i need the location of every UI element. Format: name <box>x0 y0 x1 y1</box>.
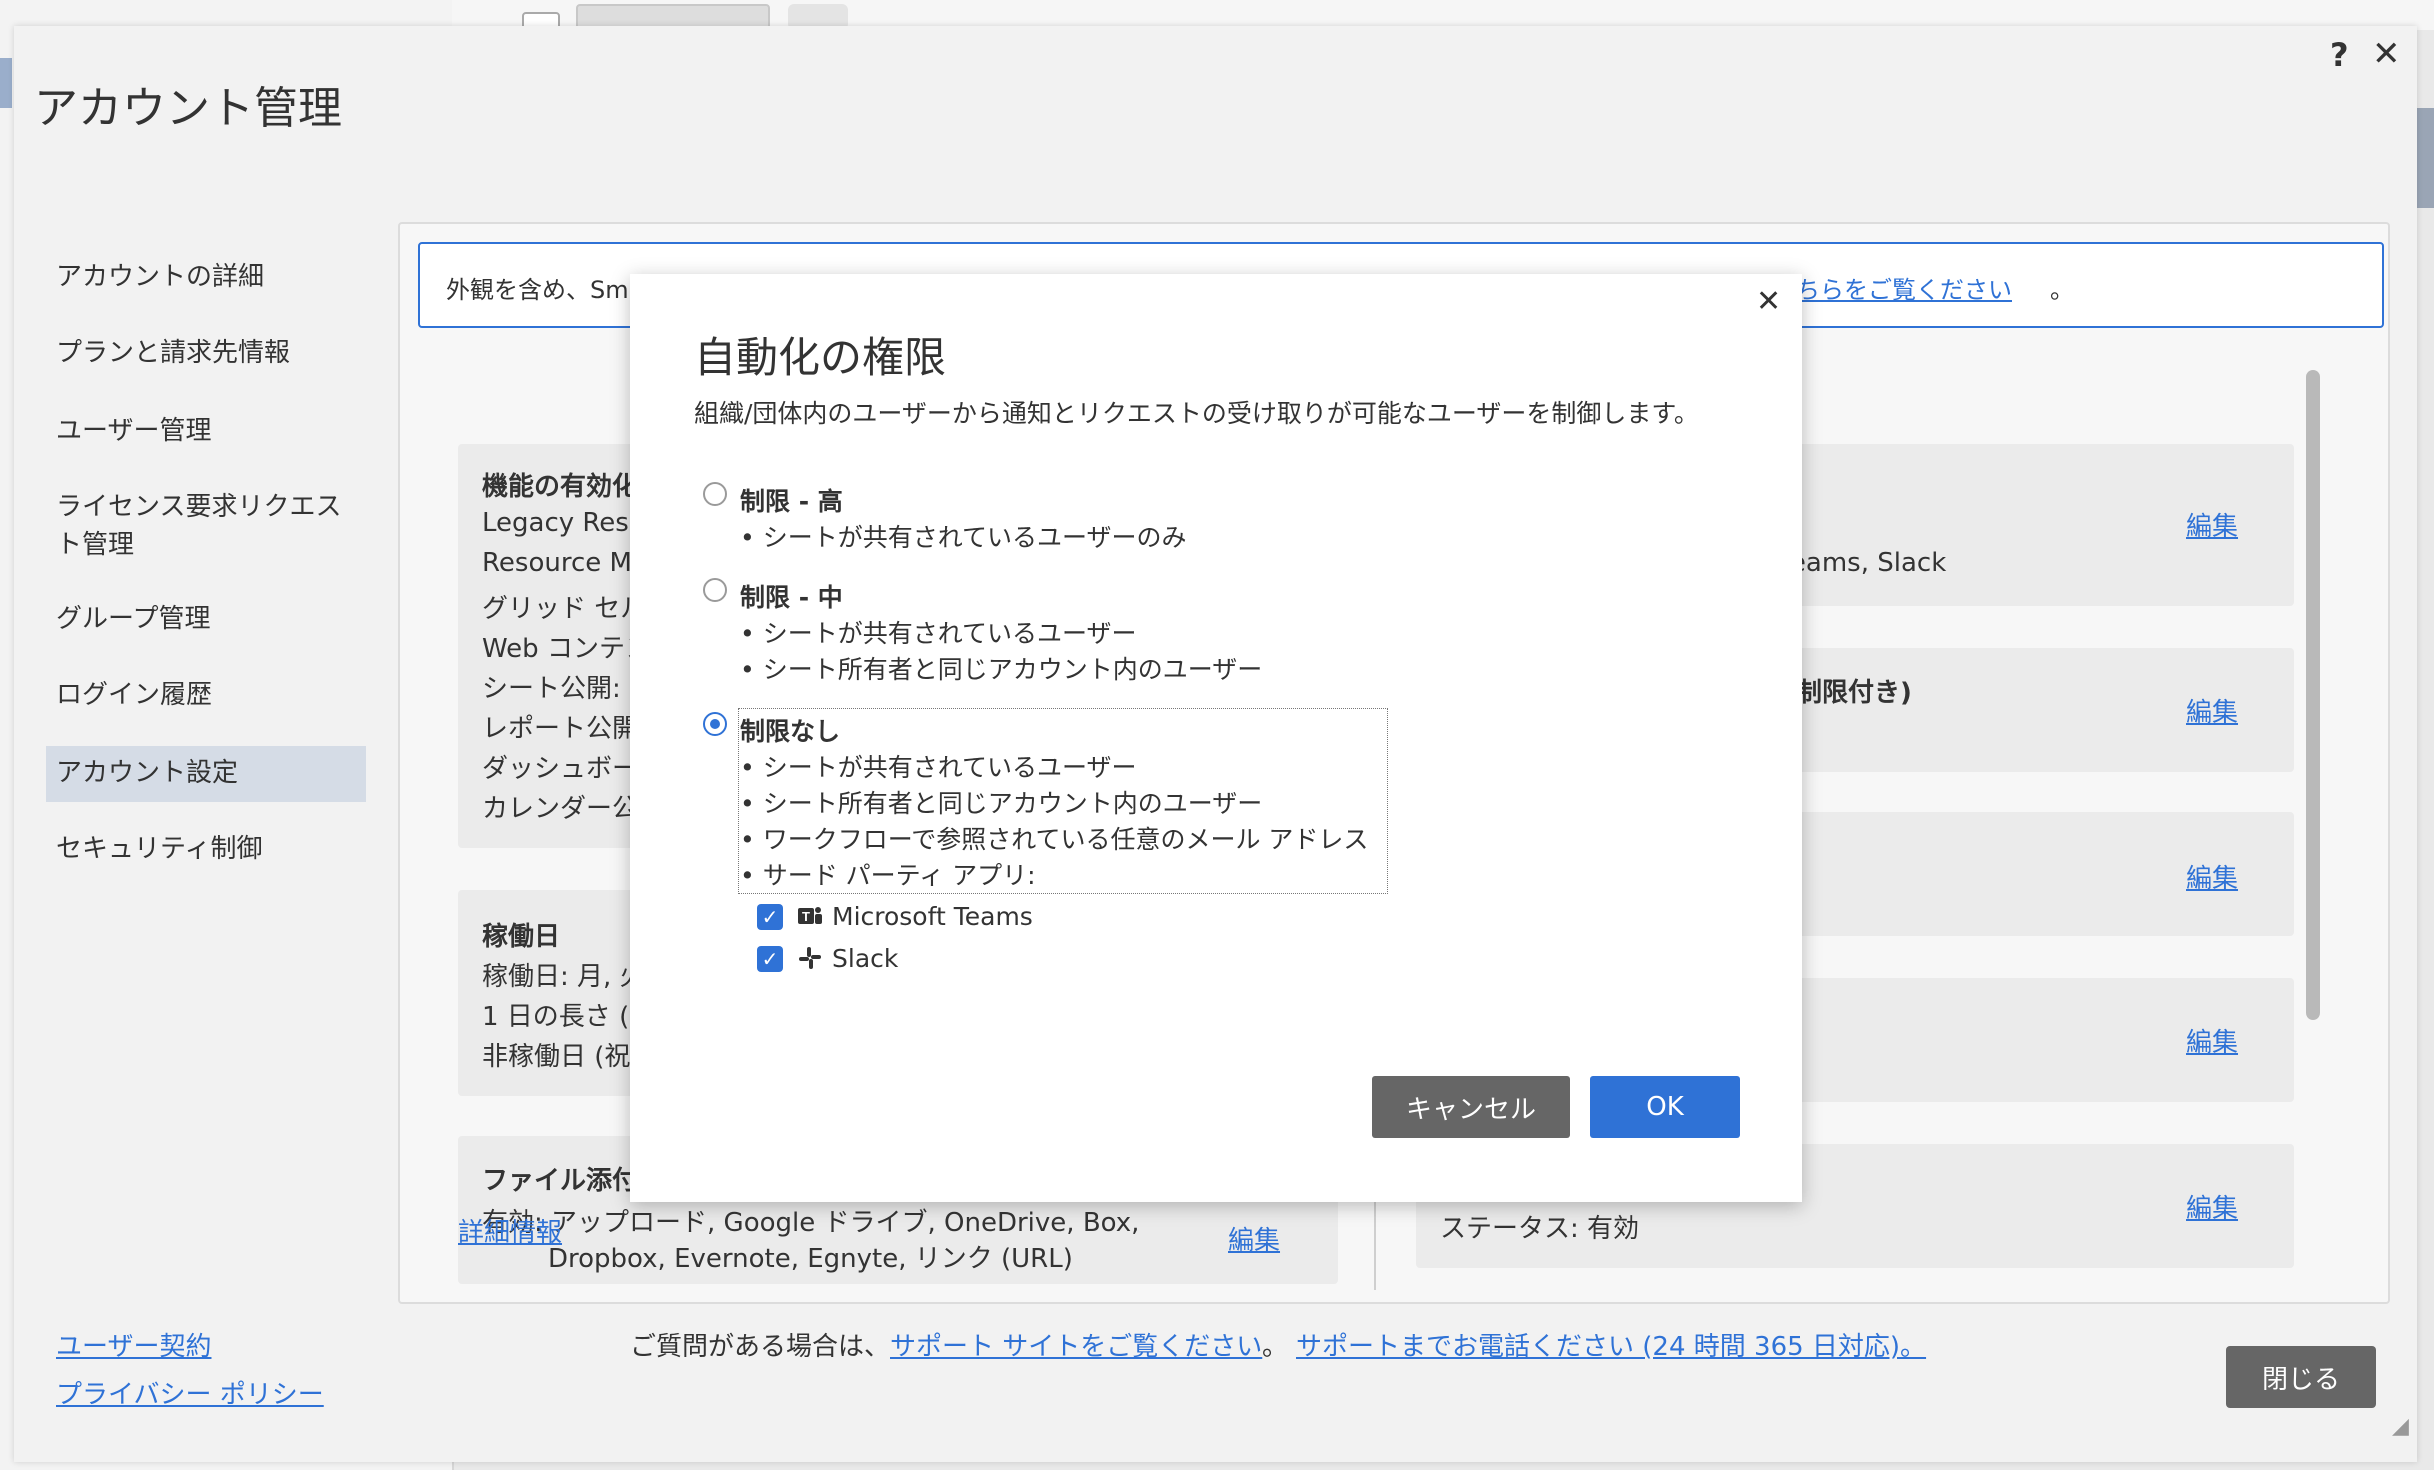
privacy-policy-link[interactable]: プライバシー ポリシー <box>56 1374 324 1411</box>
checkbox-microsoft-teams[interactable]: ✓ <box>757 904 783 930</box>
radio-restriction-medium[interactable] <box>703 578 727 602</box>
info-banner-link[interactable]: ちらをご覧ください <box>1796 270 2012 305</box>
support-site-link[interactable]: サポート サイトをご覧ください <box>890 1326 1262 1363</box>
microsoft-teams-icon: T <box>796 902 824 930</box>
content-scrollbar[interactable] <box>2306 370 2320 1020</box>
edit-link[interactable]: 編集 <box>1228 1220 1280 1257</box>
card-line: 稼働日: 月, 火 <box>482 962 646 992</box>
card-line: Dropbox, Evernote, Egnyte, リンク (URL) <box>548 1244 1073 1274</box>
app-label: Slack <box>832 944 899 973</box>
dialog-title: 自動化の権限 <box>694 333 947 382</box>
info-banner-text-end: 。 <box>2050 276 2074 304</box>
card-line: Web コンテン <box>482 634 651 664</box>
option-bullet: • シートが共有されているユーザー <box>740 619 1137 648</box>
sidebar-item-user-management[interactable]: ユーザー管理 <box>56 412 211 450</box>
svg-text:T: T <box>802 909 810 924</box>
background-scrollbar <box>2416 108 2434 208</box>
sidebar-item-login-history[interactable]: ログイン履歴 <box>56 676 212 714</box>
dialog-description: 組織/団体内のユーザーから通知とリクエストの受け取りが可能なユーザーを制御します… <box>694 399 1699 428</box>
option-label: 制限 - 中 <box>740 583 843 612</box>
app-label: Microsoft Teams <box>832 902 1033 931</box>
edit-link[interactable]: 編集 <box>2186 1188 2238 1225</box>
card-line: ダッシュボー <box>482 754 639 784</box>
ok-button[interactable]: OK <box>1590 1076 1740 1138</box>
help-icon[interactable]: ? <box>2330 36 2349 74</box>
slack-icon <box>796 944 824 972</box>
card-title: 制限付き) <box>1796 678 1912 708</box>
option-bullet: • サード パーティ アプリ: <box>740 861 1036 890</box>
sidebar-item-account-details[interactable]: アカウントの詳細 <box>56 258 264 296</box>
resize-handle-icon[interactable]: ◢ <box>2392 1414 2409 1439</box>
option-bullet: • シートが共有されているユーザー <box>740 753 1137 782</box>
cancel-button[interactable]: キャンセル <box>1372 1076 1570 1138</box>
user-agreement-link[interactable]: ユーザー契約 <box>56 1326 211 1363</box>
background-accent-bar <box>0 58 12 108</box>
footer-separator: 。 <box>1262 1332 1289 1362</box>
support-phone-link[interactable]: サポートまでお電話ください (24 時間 365 日対応)。 <box>1296 1326 1926 1363</box>
card-line: 非稼働日 (祝 <box>482 1042 631 1072</box>
card-line: 有効: アップロード, Google ドライブ, OneDrive, Box, <box>482 1208 1140 1238</box>
edit-link[interactable]: 編集 <box>2186 1022 2238 1059</box>
card-line: レポート公開 <box>482 714 639 744</box>
card-line: Legacy Reso <box>482 508 645 538</box>
edit-link[interactable]: 編集 <box>2186 858 2238 895</box>
more-info-link[interactable]: 詳細情報 <box>458 1212 562 1249</box>
page-title: アカウント管理 <box>34 83 342 134</box>
card-title: 機能の有効化 <box>482 472 639 502</box>
option-bullet: • シート所有者と同じアカウント内のユーザー <box>740 655 1263 684</box>
sidebar-item-license-requests[interactable]: ライセンス要求リクエスト管理 <box>56 488 356 564</box>
sidebar-item-plan-billing[interactable]: プランと請求先情報 <box>56 334 290 372</box>
option-bullet: • シートが共有されているユーザーのみ <box>740 523 1187 552</box>
edit-link[interactable]: 編集 <box>2186 692 2238 729</box>
edit-link[interactable]: 編集 <box>2186 506 2238 543</box>
radio-restriction-high[interactable] <box>703 482 727 506</box>
radio-no-restriction[interactable] <box>703 712 727 736</box>
card-line: シート公開: <box>482 674 621 704</box>
option-label: 制限 - 高 <box>740 487 843 516</box>
card-title: 稼働日 <box>482 922 561 952</box>
card-line: Resource Ma <box>482 548 648 578</box>
close-button[interactable]: 閉じる <box>2226 1346 2376 1408</box>
dialog-close-icon[interactable]: ✕ <box>1756 284 1781 319</box>
sidebar-item-security-controls[interactable]: セキュリティ制御 <box>56 830 262 868</box>
option-bullet: • ワークフローで参照されている任意のメール アドレス <box>740 825 1369 854</box>
info-banner-text: 外観を含め、Sm <box>446 276 629 304</box>
option-bullet: • シート所有者と同じアカウント内のユーザー <box>740 789 1263 818</box>
sidebar-item-account-settings[interactable]: アカウント設定 <box>56 754 238 792</box>
sidebar-item-group-management[interactable]: グループ管理 <box>56 600 210 638</box>
card-line: グリッド セル <box>482 594 647 624</box>
footer-question-text: ご質問がある場合は、 <box>630 1332 891 1362</box>
card-title: ファイル添付 <box>482 1166 639 1196</box>
checkbox-slack[interactable]: ✓ <box>757 946 783 972</box>
card-line: カレンダー公 <box>482 794 639 824</box>
option-label: 制限なし <box>740 717 841 746</box>
close-icon[interactable]: ✕ <box>2372 34 2401 74</box>
card-line: ステータス: 有効 <box>1440 1214 1640 1244</box>
